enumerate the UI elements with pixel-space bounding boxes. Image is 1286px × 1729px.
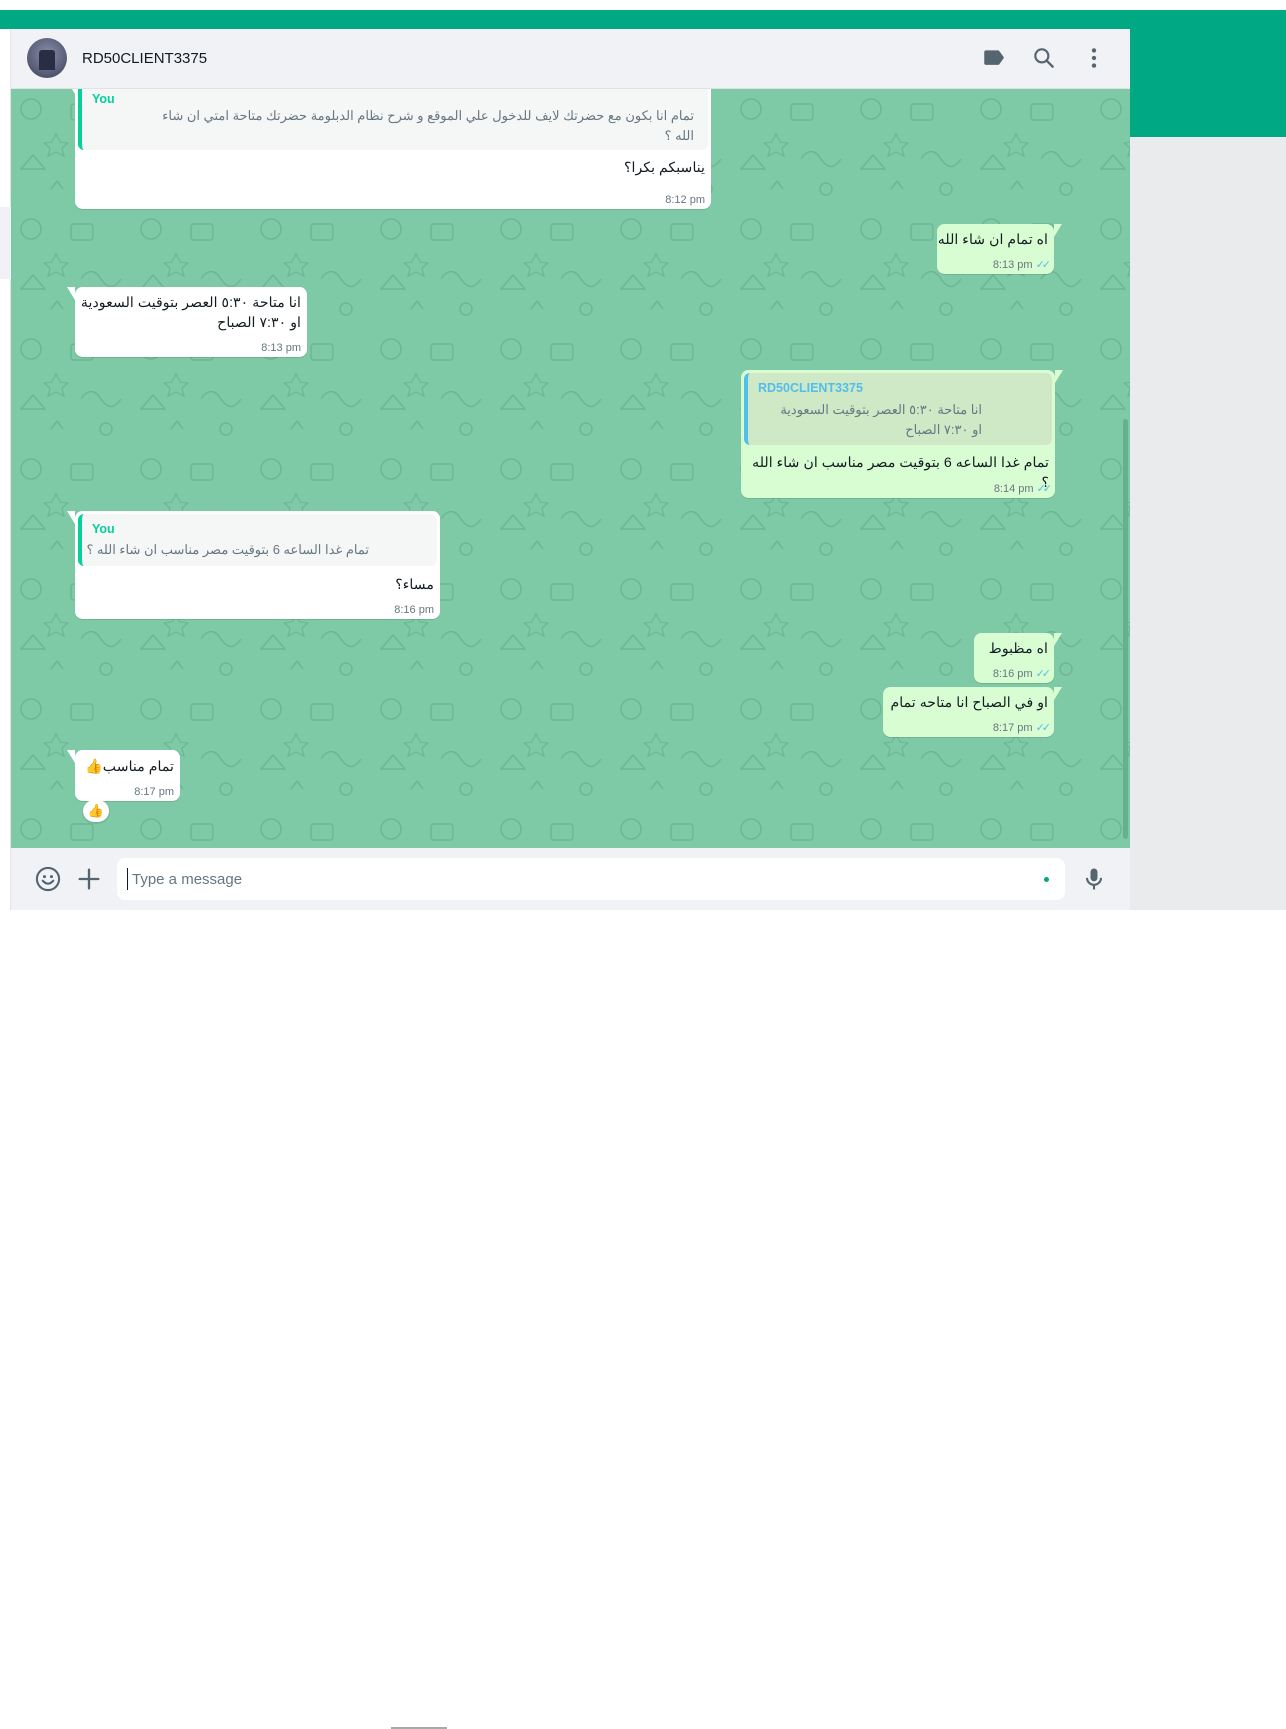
quoted-author: You [92,92,115,106]
background-accent-panel [1130,29,1286,137]
contact-name[interactable]: RD50CLIENT3375 [82,50,207,67]
menu-icon[interactable] [1081,45,1107,71]
quoted-message[interactable]: RD50CLIENT3375 انا متاحة ٥:٣٠ العصر بتوق… [744,373,1052,445]
message-time: 8:16 pm [992,668,1033,680]
quoted-author: You [92,522,115,536]
message-composer [11,848,1130,1729]
message-time-row: 8:13 pm ✓✓ [992,258,1052,271]
search-icon[interactable] [1031,45,1057,71]
message-bubble-outgoing[interactable]: اه تمام ان شاء الله 8:13 pm ✓✓ [937,224,1062,274]
mic-icon[interactable] [1080,865,1108,893]
read-receipt-icon: ✓✓ [1035,668,1052,680]
message-bubble-incoming[interactable]: تمام مناسب👍 8:17 pm [67,750,180,801]
message-input[interactable] [127,868,1027,890]
quoted-text: انا متاحة ٥:٣٠ العصر بتوقيت السعودية [780,402,982,417]
message-bubble-outgoing[interactable]: اه مظبوط 8:16 pm ✓✓ [974,633,1062,683]
message-time: 8:16 pm [394,604,434,616]
message-text: اه مظبوط [988,641,1048,657]
app-top-bar [0,10,1286,29]
read-receipt-icon: ✓✓ [1035,722,1052,734]
read-receipt-icon: ✓✓ [1035,259,1052,271]
message-time-row: 8:17 pm ✓✓ [992,721,1052,734]
message-bubble-outgoing[interactable]: RD50CLIENT3375 انا متاحة ٥:٣٠ العصر بتوق… [741,370,1063,498]
message-bubble-outgoing[interactable]: او في الصباح انا متاحه تمام 8:17 pm ✓✓ [883,687,1062,737]
quoted-text: او ٧:٣٠ الصباح [905,422,982,437]
message-text: تمام مناسب👍 [85,759,174,775]
message-text: يناسبكم بكرا؟ [623,160,705,176]
message-time-row: 8:16 pm ✓✓ [992,667,1052,680]
message-time: 8:17 pm [134,786,174,798]
message-text: او ٧:٣٠ الصباح [217,315,301,331]
message-time: 8:12 pm [665,194,705,206]
quoted-text: الله ؟ [664,128,694,143]
scrollbar[interactable] [1123,419,1128,839]
message-text: انا متاحة ٥:٣٠ العصر بتوقيت السعودية [80,295,301,311]
quoted-text: تمام غدا الساعه 6 بتوقيت مصر مناسب ان شا… [86,542,369,557]
plus-icon[interactable] [75,865,103,893]
message-time: 8:13 pm [992,259,1033,271]
quoted-message[interactable]: You تمام غدا الساعه 6 بتوقيت مصر مناسب ا… [78,514,437,566]
chat-list-edge [0,29,11,910]
input-status-dot [1044,877,1049,882]
message-list[interactable]: You تمام انا بكون مع حضرتك لايف للدخول ع… [11,89,1130,848]
message-reaction[interactable]: 👍 [83,800,109,822]
message-time: 8:13 pm [261,342,301,354]
message-time-row: 8:14 pm ✓✓ [993,482,1053,495]
message-time: 8:17 pm [992,722,1033,734]
message-time: 8:14 pm [993,483,1034,495]
conversation-panel: RD50CLIENT3375 You تمام انا بكون مع حضرت… [11,29,1130,1729]
quoted-author: RD50CLIENT3375 [758,381,863,395]
label-icon[interactable] [981,45,1007,71]
quoted-text: تمام انا بكون مع حضرتك لايف للدخول علي ا… [162,108,694,123]
conversation-header: RD50CLIENT3375 [11,29,1130,89]
background-side-panel [1130,137,1286,910]
message-text: اه تمام ان شاء الله [937,232,1048,248]
message-bubble-incoming[interactable]: You تمام غدا الساعه 6 بتوقيت مصر مناسب ا… [67,511,440,619]
read-receipt-icon: ✓✓ [1036,483,1053,495]
emoji-icon[interactable] [34,865,62,893]
message-input-container [117,858,1065,900]
message-text: او في الصباح انا متاحه تمام [890,695,1049,711]
message-bubble-incoming[interactable]: You تمام انا بكون مع حضرتك لايف للدخول ع… [67,89,711,209]
selected-chat-edge [0,207,11,279]
message-bubble-incoming[interactable]: انا متاحة ٥:٣٠ العصر بتوقيت السعودية او … [67,287,307,357]
message-text: مساء؟ [395,577,434,593]
quoted-message[interactable]: You تمام انا بكون مع حضرتك لايف للدخول ع… [78,89,708,150]
avatar[interactable] [27,38,67,78]
